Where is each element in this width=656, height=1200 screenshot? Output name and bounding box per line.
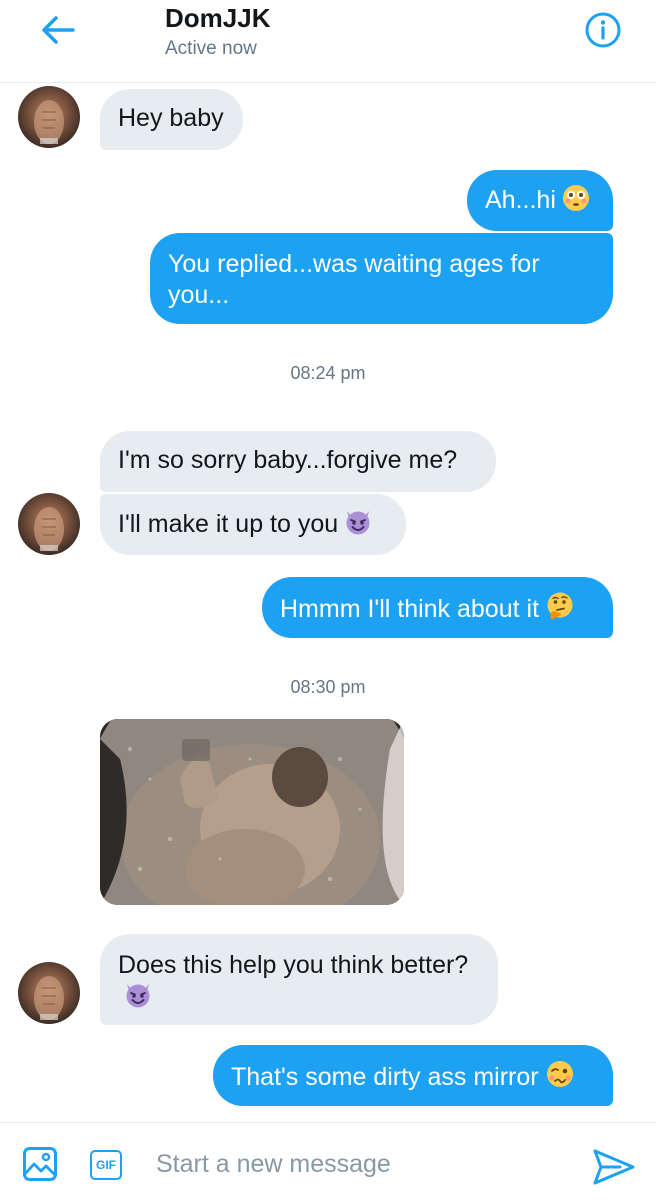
back-button[interactable] [36, 10, 80, 54]
message-text: I'm so sorry baby...forgive me? [118, 446, 458, 474]
dm-conversation-screen: DomJJK Active now Hey baby Ah...hi You r… [0, 0, 656, 1200]
thinking-face-emoji [545, 591, 575, 629]
message-text: I'll make it up to you [118, 510, 339, 538]
message-bubble-incoming[interactable]: Hey baby [100, 89, 243, 150]
info-button[interactable] [582, 11, 624, 53]
smiling-devil-emoji [344, 508, 372, 544]
avatar[interactable] [18, 962, 80, 1024]
message-text: You replied...was waiting ages for you..… [168, 250, 540, 309]
message-bubble-incoming[interactable]: I'm so sorry baby...forgive me? [100, 431, 496, 492]
arrow-left-icon [40, 14, 76, 51]
image-attachment[interactable] [100, 719, 404, 905]
avatar[interactable] [18, 493, 80, 555]
active-status: Active now [165, 38, 257, 59]
message-bubble-outgoing[interactable]: That's some dirty ass mirror [213, 1045, 613, 1106]
message-text: Does this help you think better? [118, 951, 469, 979]
send-icon[interactable] [592, 1147, 636, 1187]
image-icon[interactable] [22, 1146, 58, 1187]
info-circle-icon [584, 11, 622, 54]
avatar[interactable] [18, 86, 80, 148]
smiling-devil-emoji [124, 981, 152, 1017]
message-text: Hmmm I'll think about it [280, 595, 540, 623]
message-text: That's some dirty ass mirror [231, 1063, 539, 1091]
message-text: Hey baby [118, 104, 224, 132]
message-bubble-outgoing[interactable]: Hmmm I'll think about it [262, 577, 613, 638]
conversation-header: DomJJK Active now [0, 0, 656, 83]
message-input[interactable] [156, 1145, 566, 1183]
woozy-face-emoji [545, 1059, 575, 1097]
conversation-title[interactable]: DomJJK [165, 3, 270, 34]
gif-label: GIF [96, 1158, 116, 1172]
message-bubble-incoming[interactable]: Does this help you think better? [100, 934, 498, 1025]
message-bubble-outgoing[interactable]: Ah...hi [467, 170, 613, 231]
gif-icon[interactable]: GIF [90, 1150, 122, 1180]
message-timestamp: 08:24 pm [290, 363, 366, 383]
flushed-face-emoji [562, 184, 590, 220]
message-composer: GIF [0, 1122, 656, 1200]
message-timestamp: 08:30 pm [290, 677, 366, 697]
message-bubble-incoming[interactable]: I'll make it up to you [100, 494, 406, 555]
message-text: Ah...hi [485, 186, 556, 214]
message-bubble-outgoing[interactable]: You replied...was waiting ages for you..… [150, 233, 613, 324]
